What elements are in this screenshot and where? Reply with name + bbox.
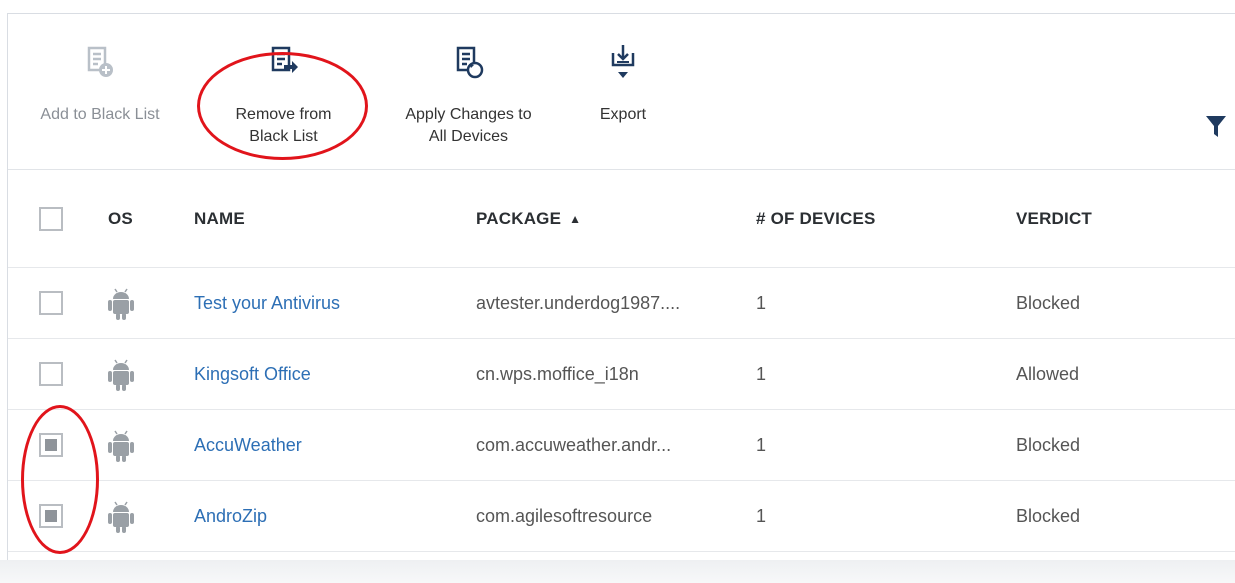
- export-label: Export: [599, 106, 647, 123]
- download-tray-icon: [606, 44, 640, 80]
- header-package[interactable]: PACKAGE ▲: [476, 170, 581, 267]
- add-to-black-list-button[interactable]: Add to Black List: [25, 14, 175, 169]
- table-row: Kingsoft Office cn.wps.moffice_i18n 1 Al…: [8, 339, 1235, 410]
- table-row: AccuWeather com.accuweather.andr... 1 Bl…: [8, 410, 1235, 481]
- document-plus-icon: [83, 44, 117, 80]
- checkbox-mark: [45, 439, 57, 451]
- device-count: 1: [756, 363, 767, 384]
- app-name-link[interactable]: AndroZip: [194, 481, 267, 551]
- row-checkbox[interactable]: [39, 362, 63, 386]
- sort-ascending-icon: ▲: [569, 211, 582, 226]
- header-name[interactable]: NAME: [194, 170, 245, 267]
- document-arrow-icon: [267, 44, 301, 80]
- header-package-label: PACKAGE: [476, 208, 562, 228]
- verdict: Blocked: [1016, 505, 1081, 526]
- row-checkbox-checked[interactable]: [39, 504, 63, 528]
- android-icon: [108, 501, 134, 533]
- package-name: avtester.underdog1987....: [476, 292, 681, 313]
- checkbox-mark: [45, 510, 57, 522]
- app-name-link[interactable]: AccuWeather: [194, 410, 302, 480]
- table-row: AndroZip com.agilesoftresource 1 Blocked: [8, 481, 1235, 552]
- package-name: cn.wps.moffice_i18n: [476, 363, 639, 384]
- funnel-icon[interactable]: [1205, 114, 1227, 140]
- table-header: OS NAME PACKAGE ▲ # OF DEVICES VERDICT: [8, 170, 1235, 268]
- app-name-link[interactable]: Kingsoft Office: [194, 339, 311, 409]
- android-icon: [108, 288, 134, 320]
- apps-table: OS NAME PACKAGE ▲ # OF DEVICES VERDICT T…: [8, 170, 1235, 552]
- row-checkbox[interactable]: [39, 291, 63, 315]
- partial-next-row: [0, 560, 1235, 583]
- verdict: Allowed: [1016, 363, 1080, 384]
- row-checkbox-checked[interactable]: [39, 433, 63, 457]
- remove-from-black-list-button[interactable]: Remove from Black List: [206, 14, 361, 169]
- remove-from-black-list-label: Remove from Black List: [235, 106, 332, 145]
- toolbar: Add to Black List Remove from Black List: [8, 14, 1235, 169]
- android-icon: [108, 430, 134, 462]
- table-row: Test your Antivirus avtester.underdog198…: [8, 268, 1235, 339]
- package-name: com.accuweather.andr...: [476, 434, 672, 455]
- select-all-checkbox[interactable]: [39, 206, 63, 231]
- apply-changes-label: Apply Changes to All Devices: [405, 106, 532, 145]
- export-button[interactable]: Export: [583, 14, 663, 169]
- header-os[interactable]: OS: [108, 170, 133, 267]
- header-devices[interactable]: # OF DEVICES: [756, 170, 876, 267]
- add-to-black-list-label: Add to Black List: [40, 106, 160, 123]
- document-refresh-icon: [452, 44, 486, 80]
- apply-changes-button[interactable]: Apply Changes to All Devices: [386, 14, 551, 169]
- device-count: 1: [756, 292, 767, 313]
- package-name: com.agilesoftresource: [476, 505, 653, 526]
- black-list-panel: Add to Black List Remove from Black List: [7, 13, 1235, 574]
- verdict: Blocked: [1016, 292, 1081, 313]
- android-icon: [108, 359, 134, 391]
- header-verdict[interactable]: VERDICT: [1016, 170, 1092, 267]
- verdict: Blocked: [1016, 434, 1081, 455]
- app-name-link[interactable]: Test your Antivirus: [194, 268, 340, 338]
- device-count: 1: [756, 505, 767, 526]
- device-count: 1: [756, 434, 767, 455]
